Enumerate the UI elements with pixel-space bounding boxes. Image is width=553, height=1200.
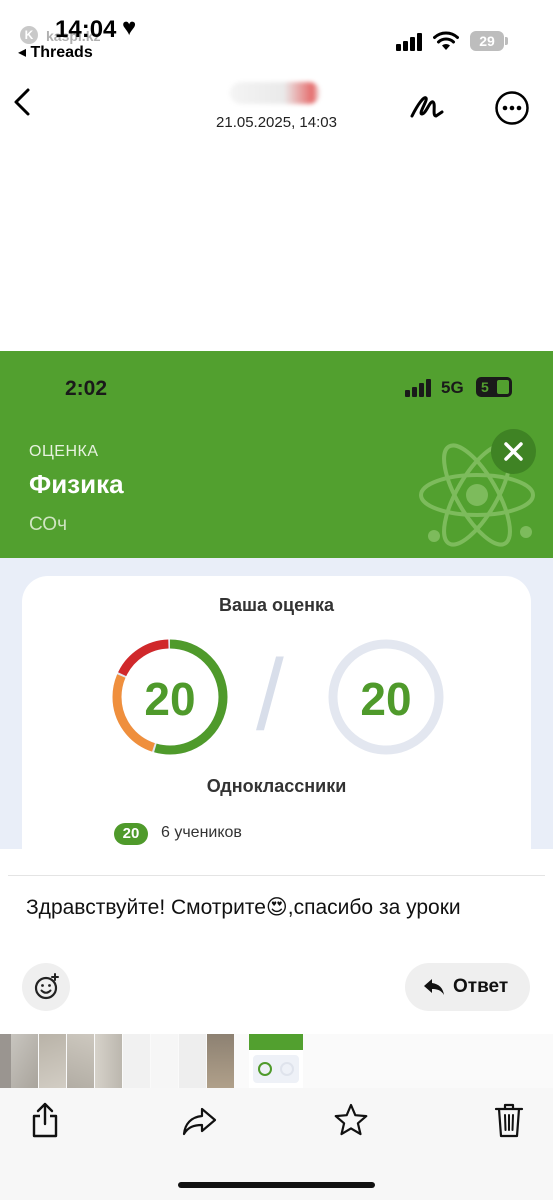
markup-icon[interactable] [408, 88, 446, 126]
attachment-thumbnail[interactable] [11, 1034, 38, 1088]
status-bar: K kaspi.kz 14:04 ♥ ◂ Threads 29 [0, 0, 553, 70]
attachment-thumbnail-selected[interactable] [249, 1034, 303, 1088]
attachment-thumbnail[interactable] [123, 1034, 150, 1088]
inner-signal-icon [405, 379, 431, 397]
message-panel: Здравствуйте! Смотрите😍,спасибо за уроки… [0, 849, 553, 1034]
message-date: 21.05.2025, 14:03 [216, 114, 337, 131]
reply-button[interactable]: Ответ [405, 963, 530, 1011]
share-icon[interactable] [30, 1102, 60, 1138]
grade-header: 2:02 5G 5 ОЦЕНКА Физика СОч [0, 351, 553, 558]
star-icon[interactable] [333, 1102, 369, 1138]
inner-battery-icon: 5 [476, 377, 512, 397]
back-to-app-link[interactable]: ◂ Threads [18, 42, 93, 62]
battery-cap [505, 37, 508, 45]
your-grade-title: Ваша оценка [219, 595, 334, 615]
attachment-thumbnail[interactable] [67, 1034, 94, 1088]
max-score-value: 20 [360, 673, 412, 725]
smiley-add-icon[interactable] [22, 963, 70, 1011]
wifi-icon [433, 31, 459, 50]
attachment-thumbnail[interactable] [207, 1034, 234, 1088]
status-time: 14:04 [55, 16, 117, 43]
grade-label: ОЦЕНКА [29, 443, 99, 460]
battery-icon: 29 [470, 31, 508, 51]
assessment-type: СОч [29, 514, 67, 535]
close-icon[interactable] [491, 429, 536, 474]
inner-status-time: 2:02 [65, 377, 108, 400]
more-icon[interactable] [494, 90, 530, 126]
home-indicator [178, 1182, 375, 1188]
attached-screenshot[interactable]: 2:02 5G 5 ОЦЕНКА Физика СОч Ваша оценка … [0, 138, 553, 849]
attachment-thumbnail[interactable] [95, 1034, 122, 1088]
attachment-thumbnail-strip [0, 1034, 553, 1088]
nav-bar: 21.05.2025, 14:03 [0, 70, 553, 139]
classmate-count: 6 учеников [161, 824, 242, 841]
classmates-title: Одноклассники [206, 776, 347, 796]
inner-battery-fill [497, 380, 509, 394]
forward-icon[interactable] [182, 1106, 218, 1136]
reply-arrow-icon [424, 979, 444, 995]
classmate-grade-badge: 20 [114, 823, 148, 845]
battery-level: 29 [470, 31, 504, 51]
attachment-thumbnail[interactable] [39, 1034, 66, 1088]
subject-title: Физика [29, 469, 124, 499]
inner-network-label: 5G [441, 378, 464, 397]
attachment-thumbnail[interactable] [179, 1034, 206, 1088]
inner-battery-level: 5 [481, 379, 489, 395]
reply-label: Ответ [453, 976, 509, 997]
cellular-signal-icon [396, 33, 422, 51]
score-value: 20 [144, 673, 196, 725]
attachment-thumbnail[interactable] [151, 1034, 178, 1088]
message-text: Здравствуйте! Смотрите😍,спасибо за уроки [26, 896, 461, 919]
sender-name-redacted [230, 82, 320, 104]
score-divider: / [256, 639, 284, 751]
divider [8, 875, 545, 876]
trash-icon[interactable] [494, 1102, 524, 1138]
heart-icon: ♥ [122, 14, 137, 41]
bottom-toolbar [0, 1088, 553, 1200]
grade-card: Ваша оценка 20 / 20 Одноклассники 20 6 у… [22, 576, 531, 849]
